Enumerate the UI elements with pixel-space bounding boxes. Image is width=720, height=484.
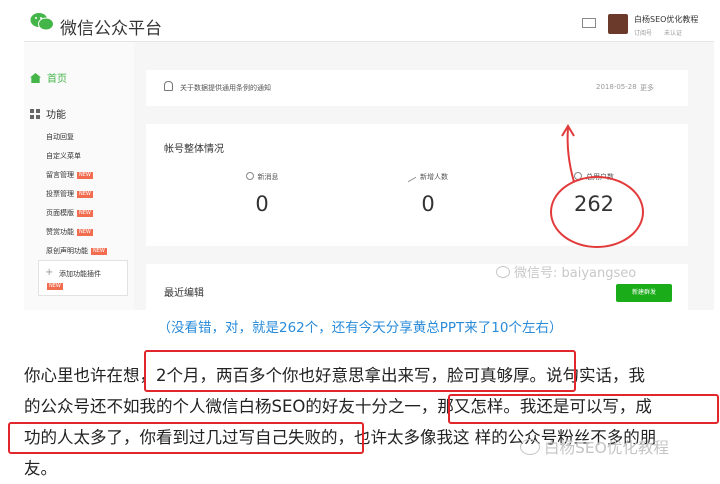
account-sub: 订阅号 未认证 xyxy=(634,28,692,37)
home-icon xyxy=(30,73,41,83)
message-icon xyxy=(245,172,254,180)
sidebar-item-custom-menu[interactable]: 自定义菜单 xyxy=(46,147,107,166)
account-overview: 帐号整体情况 新消息 0 新增人数 0 总用户数 262 xyxy=(146,124,688,248)
screenshot-panel: 微信公众平台 白杨SEO优化教程 订阅号 未认证 首页 功能 自动回复 自定义菜… xyxy=(0,0,720,310)
mail-icon[interactable] xyxy=(582,18,596,28)
highlight-box xyxy=(448,394,719,424)
notice-bar[interactable]: 关于数据提供通用条例的通知 2018-05-28 更多 xyxy=(146,70,688,106)
annotation-arrow-icon xyxy=(561,124,575,183)
stat-label: 新消息 xyxy=(257,173,279,181)
account-type: 订阅号 xyxy=(634,30,653,37)
sidebar-item-home[interactable]: 首页 xyxy=(30,70,67,85)
account-verify: 未认证 xyxy=(663,30,682,37)
plus-icon: + xyxy=(45,267,54,278)
sidebar: 首页 功能 自动回复 自定义菜单 留言管理 NEW 投票管理 NEW 页面模版 NEW… xyxy=(24,42,134,310)
new-badge: NEW xyxy=(91,248,107,255)
sidebar-section-function: 功能 xyxy=(30,106,66,121)
account-name[interactable]: 白杨SEO优化教程 xyxy=(634,14,698,25)
new-badge: NEW xyxy=(77,191,93,198)
watermark-text: 白杨SEO优化教程 xyxy=(544,439,669,457)
new-badge: NEW xyxy=(77,210,93,217)
bell-icon xyxy=(164,81,173,91)
notice-date: 2018-05-28 xyxy=(596,83,637,91)
notice-text[interactable]: 关于数据提供通用条例的通知 xyxy=(180,83,271,93)
sidebar-item-label: 首页 xyxy=(47,74,67,85)
sidebar-section-label: 功能 xyxy=(46,110,66,121)
watermark-wechat-id: 微信号: baiyangseo xyxy=(496,262,636,281)
new-badge: NEW xyxy=(47,283,63,290)
wechat-icon xyxy=(496,266,510,278)
add-plugin-button[interactable]: + 添加功能插件 NEW xyxy=(38,260,128,296)
sidebar-item-comments[interactable]: 留言管理 NEW xyxy=(46,166,107,185)
sidebar-item-reward[interactable]: 赞赏功能 NEW xyxy=(46,223,107,242)
trend-icon xyxy=(408,169,416,183)
highlight-box xyxy=(144,350,576,392)
new-broadcast-button[interactable]: 新建群发 xyxy=(616,284,672,302)
watermark-account: 白杨SEO优化教程 xyxy=(520,436,669,458)
sidebar-item-original[interactable]: 原创声明功能 NEW xyxy=(46,242,107,261)
sidebar-item-label: 自定义菜单 xyxy=(46,152,81,160)
stat-value: 0 xyxy=(255,192,269,216)
stat-label: 新增人数 xyxy=(420,173,448,181)
sidebar-item-votes[interactable]: 投票管理 NEW xyxy=(46,185,107,204)
stat-new-followers[interactable]: 新增人数 0 xyxy=(368,169,488,216)
avatar[interactable] xyxy=(608,14,628,34)
wechat-icon xyxy=(520,439,540,455)
sidebar-item-label: 原创声明功能 xyxy=(46,247,88,255)
sidebar-item-label: 留言管理 xyxy=(46,171,74,179)
new-badge: NEW xyxy=(77,229,93,236)
sidebar-item-label: 投票管理 xyxy=(46,190,74,198)
new-badge: NEW xyxy=(77,172,93,179)
highlight-box xyxy=(8,422,364,454)
sidebar-item-label: 赞赏功能 xyxy=(46,228,74,236)
highlight-circle xyxy=(550,176,644,248)
sidebar-subnav: 自动回复 自定义菜单 留言管理 NEW 投票管理 NEW 页面模版 NEW 赞赏功能 N… xyxy=(46,128,107,261)
caption: （没看错，对，就是262个，还有今天分享黄总PPT来了10个左右） xyxy=(157,320,563,336)
sidebar-item-label: 自动回复 xyxy=(46,133,74,141)
sidebar-item-auto-reply[interactable]: 自动回复 xyxy=(46,128,107,147)
wechat-logo-icon xyxy=(30,13,54,31)
watermark-text: 微信号: baiyangseo xyxy=(514,266,637,281)
top-bar: 微信公众平台 白杨SEO优化教程 订阅号 未认证 xyxy=(24,6,714,42)
stat-new-messages[interactable]: 新消息 0 xyxy=(202,172,322,216)
stat-value: 0 xyxy=(421,192,435,216)
add-plugin-label: 添加功能插件 xyxy=(59,270,101,278)
overview-title: 帐号整体情况 xyxy=(164,144,224,155)
sidebar-item-label: 页面模版 xyxy=(46,209,74,217)
app-title: 微信公众平台 xyxy=(60,19,162,39)
sidebar-item-page-templates[interactable]: 页面模版 NEW xyxy=(46,204,107,223)
recent-title: 最近编辑 xyxy=(164,288,204,299)
grid-icon xyxy=(30,109,40,119)
notice-more-link[interactable]: 更多 xyxy=(640,83,654,93)
